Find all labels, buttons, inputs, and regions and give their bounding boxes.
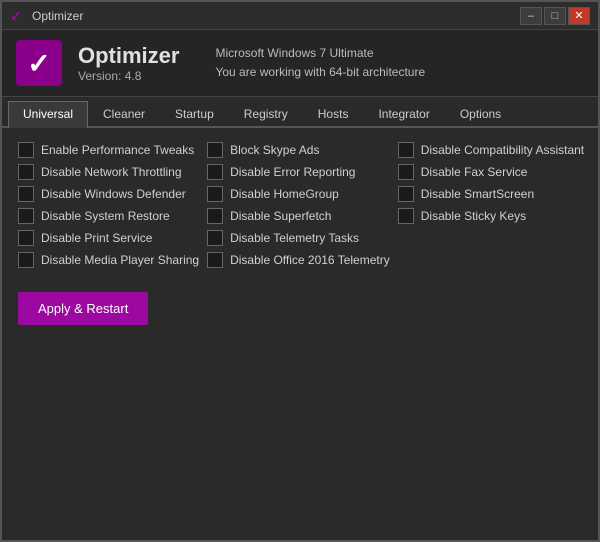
label-homegroup: Disable HomeGroup: [230, 187, 339, 201]
label-error-rep: Disable Error Reporting: [230, 165, 355, 179]
checkbox-smartscreen[interactable]: [398, 186, 414, 202]
title-bar-icon: ✓: [10, 8, 26, 24]
header-title-block: Optimizer Version: 4.8: [78, 43, 179, 83]
tab-registry[interactable]: Registry: [229, 101, 303, 126]
tab-integrator[interactable]: Integrator: [363, 101, 444, 126]
checkmark-icon: ✓: [27, 47, 50, 80]
option-skype-ads[interactable]: Block Skype Ads: [207, 142, 390, 158]
options-grid: Enable Performance Tweaks Block Skype Ad…: [18, 142, 582, 268]
checkbox-superfetch[interactable]: [207, 208, 223, 224]
checkbox-office-tel[interactable]: [207, 252, 223, 268]
checkbox-media-share[interactable]: [18, 252, 34, 268]
checkbox-fax-svc[interactable]: [398, 164, 414, 180]
minimize-button[interactable]: –: [520, 7, 542, 25]
checkbox-win-defender[interactable]: [18, 186, 34, 202]
app-logo: ✓: [16, 40, 62, 86]
arch-info: You are working with 64-bit architecture: [215, 63, 425, 82]
option-sys-restore[interactable]: Disable System Restore: [18, 208, 199, 224]
tab-startup[interactable]: Startup: [160, 101, 229, 126]
checkbox-sys-restore[interactable]: [18, 208, 34, 224]
apply-restart-button[interactable]: Apply & Restart: [18, 292, 148, 325]
checkbox-print-svc[interactable]: [18, 230, 34, 246]
os-info: Microsoft Windows 7 Ultimate: [215, 44, 425, 63]
option-net-throttle[interactable]: Disable Network Throttling: [18, 164, 199, 180]
label-superfetch: Disable Superfetch: [230, 209, 331, 223]
checkbox-perf-tweaks[interactable]: [18, 142, 34, 158]
label-skype-ads: Block Skype Ads: [230, 143, 319, 157]
close-button[interactable]: ✕: [568, 7, 590, 25]
label-media-share: Disable Media Player Sharing: [41, 253, 199, 267]
label-telemetry: Disable Telemetry Tasks: [230, 231, 359, 245]
label-perf-tweaks: Enable Performance Tweaks: [41, 143, 194, 157]
checkbox-error-rep[interactable]: [207, 164, 223, 180]
option-office-tel[interactable]: Disable Office 2016 Telemetry: [207, 252, 390, 268]
option-superfetch[interactable]: Disable Superfetch: [207, 208, 390, 224]
option-telemetry[interactable]: Disable Telemetry Tasks: [207, 230, 390, 246]
label-fax-svc: Disable Fax Service: [421, 165, 528, 179]
label-sys-restore: Disable System Restore: [41, 209, 170, 223]
option-perf-tweaks[interactable]: Enable Performance Tweaks: [18, 142, 199, 158]
maximize-button[interactable]: □: [544, 7, 566, 25]
title-bar-left: ✓ Optimizer: [10, 8, 83, 24]
option-compat-asst[interactable]: Disable Compatibility Assistant: [398, 142, 584, 158]
option-error-rep[interactable]: Disable Error Reporting: [207, 164, 390, 180]
tab-hosts[interactable]: Hosts: [303, 101, 364, 126]
option-media-share[interactable]: Disable Media Player Sharing: [18, 252, 199, 268]
checkbox-net-throttle[interactable]: [18, 164, 34, 180]
checkbox-skype-ads[interactable]: [207, 142, 223, 158]
option-print-svc[interactable]: Disable Print Service: [18, 230, 199, 246]
checkbox-telemetry[interactable]: [207, 230, 223, 246]
option-fax-svc[interactable]: Disable Fax Service: [398, 164, 584, 180]
title-bar-text: Optimizer: [32, 9, 83, 23]
label-smartscreen: Disable SmartScreen: [421, 187, 534, 201]
content-area: Enable Performance Tweaks Block Skype Ad…: [2, 128, 598, 540]
label-win-defender: Disable Windows Defender: [41, 187, 186, 201]
tab-universal[interactable]: Universal: [8, 101, 88, 128]
checkbox-sticky-keys[interactable]: [398, 208, 414, 224]
app-version: Version: 4.8: [78, 69, 179, 83]
tab-cleaner[interactable]: Cleaner: [88, 101, 160, 126]
option-win-defender[interactable]: Disable Windows Defender: [18, 186, 199, 202]
label-compat-asst: Disable Compatibility Assistant: [421, 143, 584, 157]
header-info: Microsoft Windows 7 Ultimate You are wor…: [215, 44, 425, 82]
title-bar: ✓ Optimizer – □ ✕: [2, 2, 598, 30]
title-bar-buttons: – □ ✕: [520, 7, 590, 25]
option-sticky-keys[interactable]: Disable Sticky Keys: [398, 208, 584, 224]
label-sticky-keys: Disable Sticky Keys: [421, 209, 526, 223]
header: ✓ Optimizer Version: 4.8 Microsoft Windo…: [2, 30, 598, 97]
label-print-svc: Disable Print Service: [41, 231, 152, 245]
tab-bar: Universal Cleaner Startup Registry Hosts…: [2, 97, 598, 128]
label-net-throttle: Disable Network Throttling: [41, 165, 182, 179]
app-name: Optimizer: [78, 43, 179, 69]
checkbox-compat-asst[interactable]: [398, 142, 414, 158]
checkbox-homegroup[interactable]: [207, 186, 223, 202]
option-smartscreen[interactable]: Disable SmartScreen: [398, 186, 584, 202]
tab-options[interactable]: Options: [445, 101, 516, 126]
main-window: ✓ Optimizer – □ ✕ ✓ Optimizer Version: 4…: [0, 0, 600, 542]
label-office-tel: Disable Office 2016 Telemetry: [230, 253, 390, 267]
option-homegroup[interactable]: Disable HomeGroup: [207, 186, 390, 202]
